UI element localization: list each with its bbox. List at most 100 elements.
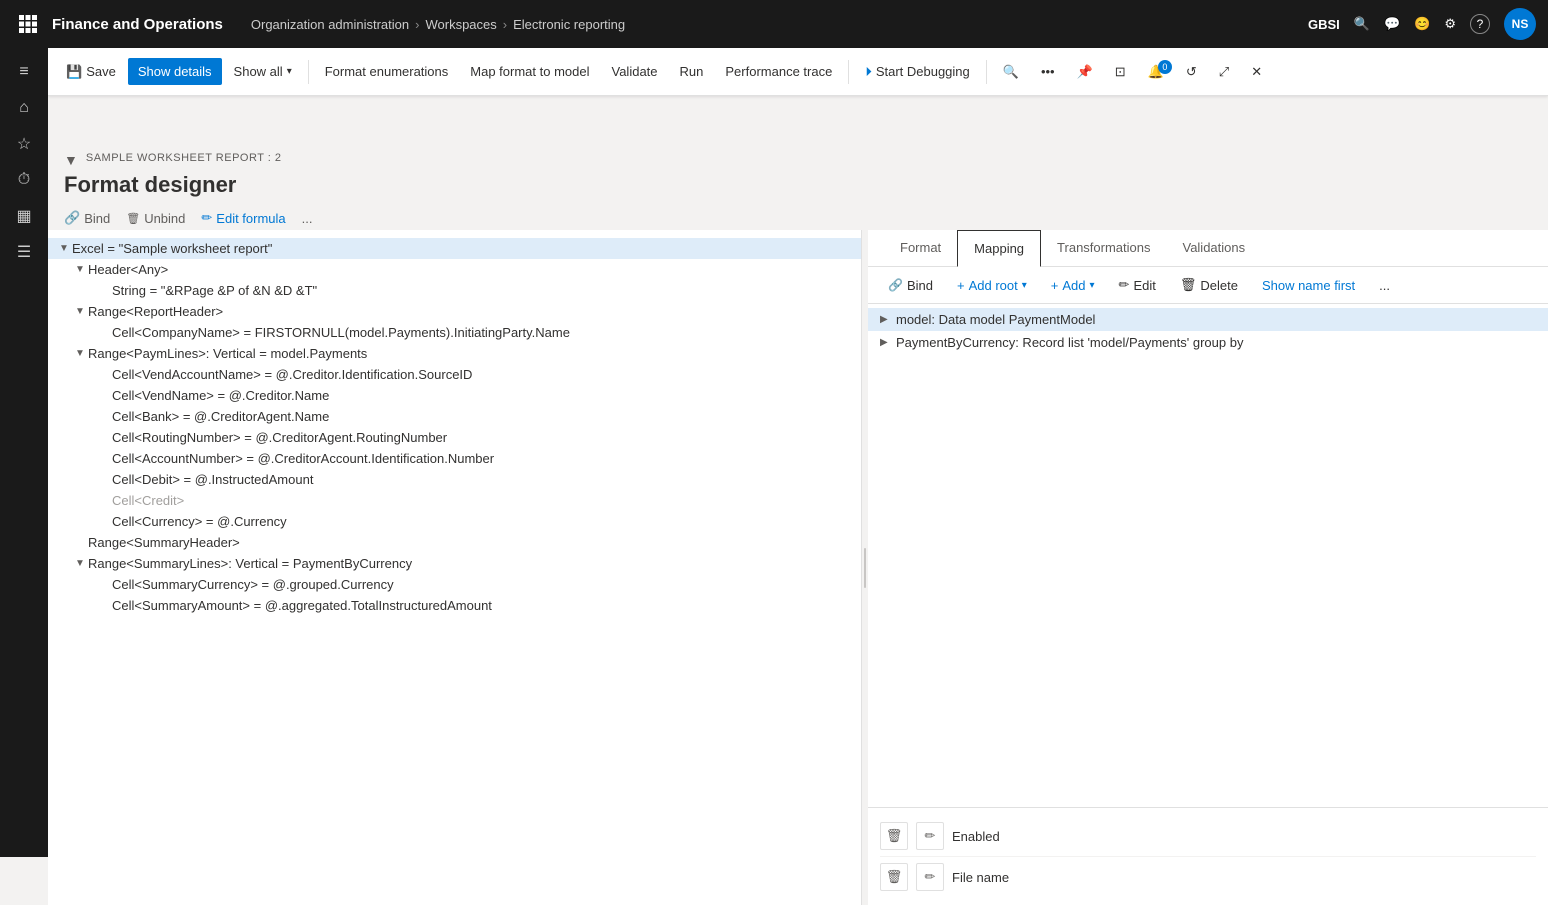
map-format-to-model-button[interactable]: Map format to model: [460, 58, 599, 85]
tree-item-16[interactable]: Cell<SummaryCurrency> = @.grouped.Curren…: [48, 574, 861, 595]
expander-icon: [96, 474, 112, 485]
show-details-button[interactable]: Show details: [128, 58, 222, 85]
tree-item-6[interactable]: Cell<VendAccountName> = @.Creditor.Ident…: [48, 364, 861, 385]
mapping-tree: ▶ model: Data model PaymentModel ▶ Payme…: [868, 304, 1548, 807]
org-code: GBSI: [1308, 17, 1340, 32]
toolbar-refresh-button[interactable]: ↺: [1176, 58, 1207, 86]
expander-icon: [96, 411, 112, 422]
action-bar: 🔗 Bind 🗑 Unbind ✏ Edit formula ...: [48, 206, 1548, 230]
edit-formula-action[interactable]: ✏ Edit formula: [201, 210, 285, 226]
tree-item-11[interactable]: Cell<Debit> = @.InstructedAmount: [48, 469, 861, 490]
tree-item-3[interactable]: ▼ Range<ReportHeader>: [48, 301, 861, 322]
expander-icon: ▼: [72, 306, 88, 317]
tree-item-9[interactable]: Cell<RoutingNumber> = @.CreditorAgent.Ro…: [48, 427, 861, 448]
unbind-icon: 🗑: [126, 212, 140, 225]
edit-button[interactable]: ✏ Edit: [1111, 273, 1164, 297]
mapping-pane: Format Mapping Transformations Validatio…: [868, 230, 1548, 905]
breadcrumb-item-1[interactable]: Organization administration: [251, 17, 409, 32]
tree-item-2[interactable]: String = "&RPage &P of &N &D &T": [48, 280, 861, 301]
page-title: Format designer: [64, 172, 1532, 198]
action-more[interactable]: ...: [302, 211, 313, 226]
filter-icon[interactable]: ▼: [64, 152, 78, 168]
performance-trace-button[interactable]: Performance trace: [715, 58, 842, 85]
sidebar-modules-icon[interactable]: ☰: [8, 236, 40, 268]
smiley-icon[interactable]: 😊: [1414, 16, 1430, 32]
tree-item-0[interactable]: ▼ Excel = "Sample worksheet report": [48, 238, 861, 259]
page-header: ▼ SAMPLE WORKSHEET REPORT : 2 Format des…: [48, 144, 1548, 206]
tree-item-1[interactable]: ▼ Header<Any>: [48, 259, 861, 280]
unbind-action[interactable]: 🗑 Unbind: [126, 211, 185, 226]
filename-edit-button[interactable]: ✏: [916, 863, 944, 891]
toolbar-more-button[interactable]: •••: [1031, 58, 1065, 85]
tab-format[interactable]: Format: [884, 230, 957, 267]
chat-icon[interactable]: 💬: [1384, 16, 1400, 32]
divider-2: [848, 60, 849, 84]
validate-button[interactable]: Validate: [602, 58, 668, 85]
divider-1: [308, 60, 309, 84]
expander-icon: [96, 600, 112, 611]
tab-mapping[interactable]: Mapping: [957, 230, 1041, 267]
enabled-trash-button[interactable]: 🗑: [880, 822, 908, 850]
toolbar-close-button[interactable]: ✕: [1241, 58, 1272, 86]
breadcrumb-item-3[interactable]: Electronic reporting: [513, 17, 625, 32]
show-all-button[interactable]: Show all ▾: [224, 58, 302, 85]
mapping-bind-button[interactable]: 🔗 Bind: [880, 274, 941, 297]
enabled-edit-button[interactable]: ✏: [916, 822, 944, 850]
toolbar-expand-button[interactable]: ⤢: [1209, 58, 1239, 86]
tree-item-7[interactable]: Cell<VendName> = @.Creditor.Name: [48, 385, 861, 406]
tab-bar: Format Mapping Transformations Validatio…: [868, 230, 1548, 267]
divider-3: [986, 60, 987, 84]
save-button[interactable]: 💾 Save: [56, 58, 126, 86]
sidebar-recent-icon[interactable]: ⏱: [8, 164, 40, 196]
enabled-label: Enabled: [952, 829, 1000, 844]
tab-transformations[interactable]: Transformations: [1041, 230, 1166, 267]
expander-icon: [96, 285, 112, 296]
filename-trash-button[interactable]: 🗑: [880, 863, 908, 891]
plus-icon: +: [957, 278, 965, 293]
waffle-icon[interactable]: [12, 8, 44, 40]
format-enumerations-button[interactable]: Format enumerations: [315, 58, 459, 85]
start-debugging-button[interactable]: ⏵ Start Debugging: [855, 58, 979, 86]
mapping-more-button[interactable]: ...: [1371, 274, 1398, 297]
show-name-first-button[interactable]: Show name first: [1254, 274, 1363, 297]
mapping-item-0[interactable]: ▶ model: Data model PaymentModel: [868, 308, 1548, 331]
filename-label: File name: [952, 870, 1009, 885]
expander-icon: ▼: [72, 558, 88, 569]
sidebar-workspaces-icon[interactable]: ▦: [8, 200, 40, 232]
add-button[interactable]: + Add ▾: [1043, 274, 1103, 297]
toolbar-pin-button[interactable]: 📌: [1067, 58, 1103, 86]
tree-item-14[interactable]: Range<SummaryHeader>: [48, 532, 861, 553]
tree-item-15[interactable]: ▼ Range<SummaryLines>: Vertical = Paymen…: [48, 553, 861, 574]
tree-item-4[interactable]: Cell<CompanyName> = FIRSTORNULL(model.Pa…: [48, 322, 861, 343]
sidebar-menu-icon[interactable]: ≡: [8, 56, 40, 88]
expander-icon: [96, 516, 112, 527]
expander-icon: [96, 327, 112, 338]
tree-item-13[interactable]: Cell<Currency> = @.Currency: [48, 511, 861, 532]
toolbar-search-button[interactable]: 🔍: [993, 58, 1029, 86]
tree-item-8[interactable]: Cell<Bank> = @.CreditorAgent.Name: [48, 406, 861, 427]
tree-item-10[interactable]: Cell<AccountNumber> = @.CreditorAccount.…: [48, 448, 861, 469]
mapping-item-1[interactable]: ▶ PaymentByCurrency: Record list 'model/…: [868, 331, 1548, 354]
chevron-down-icon: ▾: [1022, 280, 1027, 291]
help-icon[interactable]: ?: [1470, 14, 1490, 34]
bind-action[interactable]: 🔗 Bind: [64, 210, 110, 226]
mapping-toolbar: 🔗 Bind + Add root ▾ + Add ▾ ✏ Edit: [868, 267, 1548, 304]
tab-validations[interactable]: Validations: [1166, 230, 1261, 267]
sidebar-star-icon[interactable]: ☆: [8, 128, 40, 160]
breadcrumb-item-2[interactable]: Workspaces: [425, 17, 496, 32]
tree-item-12[interactable]: Cell<Credit>: [48, 490, 861, 511]
page-breadcrumb: SAMPLE WORKSHEET REPORT : 2: [86, 152, 282, 164]
search-icon[interactable]: 🔍: [1354, 16, 1370, 32]
tree-item-17[interactable]: Cell<SummaryAmount> = @.aggregated.Total…: [48, 595, 861, 616]
sidebar-home-icon[interactable]: ⌂: [8, 92, 40, 124]
avatar[interactable]: NS: [1504, 8, 1536, 40]
chevron-down-icon: ▾: [1090, 280, 1095, 291]
tree-item-5[interactable]: ▼ Range<PaymLines>: Vertical = model.Pay…: [48, 343, 861, 364]
toolbar-badge-button[interactable]: 🔔 0: [1138, 58, 1174, 86]
gear-icon[interactable]: ⚙: [1444, 16, 1456, 32]
toolbar-pane-button[interactable]: ⊡: [1105, 58, 1136, 86]
run-button[interactable]: Run: [670, 58, 714, 85]
add-root-button[interactable]: + Add root ▾: [949, 274, 1035, 297]
delete-button[interactable]: 🗑 Delete: [1172, 273, 1246, 297]
expander-icon: [96, 495, 112, 506]
